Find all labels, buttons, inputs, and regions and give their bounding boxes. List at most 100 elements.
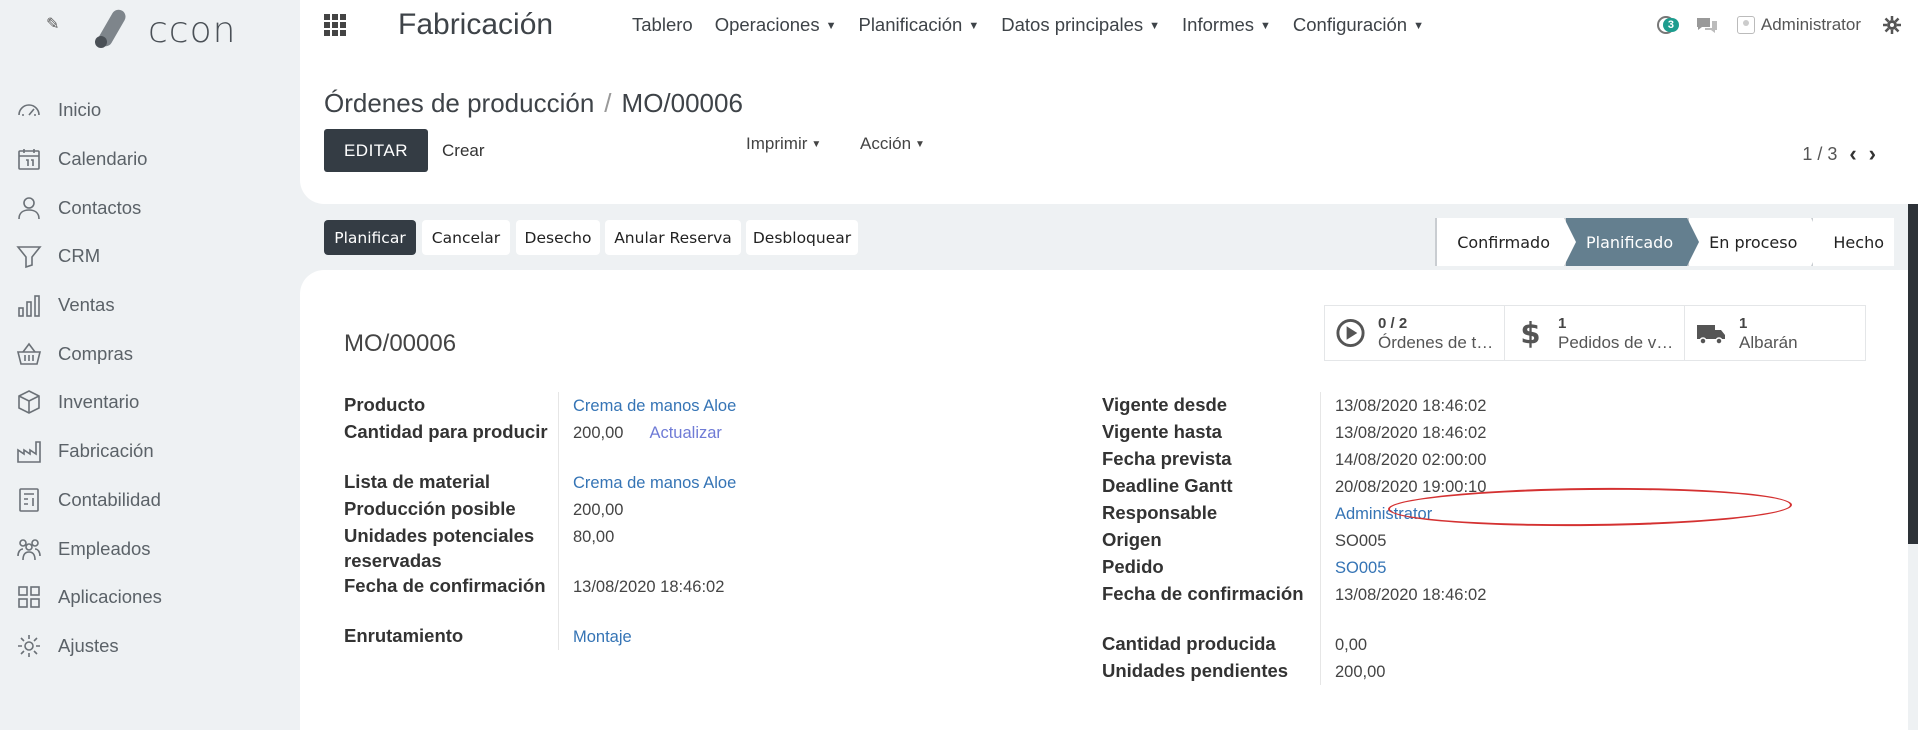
field-pedido: Pedido SO005 bbox=[1102, 554, 1720, 581]
quantity-value: 200,00 bbox=[573, 424, 624, 442]
workorders-smart-button[interactable]: 0 / 2 Órdenes de t… bbox=[1325, 306, 1505, 360]
edit-logo-icon[interactable]: ✎ bbox=[46, 14, 59, 34]
sidebar-nav: Inicio Calendario Contactos CRM Ventas C… bbox=[0, 86, 300, 670]
sidebar-item-fabricacion[interactable]: Fabricación bbox=[0, 427, 300, 476]
logo-text: ccon bbox=[148, 10, 237, 51]
apps-menu-icon[interactable] bbox=[324, 14, 348, 36]
sidebar-item-label: Empleados bbox=[58, 537, 151, 559]
print-dropdown[interactable]: Imprimir ▼ bbox=[746, 134, 821, 154]
action-dropdown[interactable]: Acción ▼ bbox=[860, 134, 925, 154]
menu-datos-principales[interactable]: Datos principales ▼ bbox=[1001, 14, 1160, 36]
menu-operaciones[interactable]: Operaciones ▼ bbox=[715, 14, 837, 36]
sales-smart-button[interactable]: $ 1 Pedidos de v… bbox=[1505, 306, 1685, 360]
menu-label: Informes bbox=[1182, 14, 1255, 35]
sidebar-item-aplicaciones[interactable]: Aplicaciones bbox=[0, 573, 300, 622]
bom-link[interactable]: Crema de manos Aloe bbox=[573, 474, 736, 492]
avatar[interactable] bbox=[1736, 16, 1755, 34]
scrap-button[interactable]: Desecho bbox=[516, 220, 600, 255]
field-label: Fecha de confirmación bbox=[1102, 583, 1304, 604]
smart-label: Órdenes de t… bbox=[1378, 333, 1494, 352]
field-label: Origen bbox=[1102, 529, 1162, 550]
field-value: Crema de manos Aloe bbox=[558, 392, 978, 419]
breadcrumb-parent[interactable]: Órdenes de producción bbox=[324, 88, 594, 118]
unreserve-button[interactable]: Anular Reserva bbox=[605, 220, 741, 255]
update-quantity-link[interactable]: Actualizar bbox=[649, 424, 721, 442]
stage-hecho[interactable]: Hecho bbox=[1811, 218, 1894, 266]
routing-link[interactable]: Montaje bbox=[573, 628, 632, 646]
field-value: Crema de manos Aloe bbox=[558, 469, 978, 496]
sidebar-item-contabilidad[interactable]: Contabilidad bbox=[0, 476, 300, 525]
stage-planificado[interactable]: Planificado bbox=[1564, 218, 1700, 266]
sidebar: ✎ ccon Inicio Calendario Contactos CRM V… bbox=[0, 0, 300, 730]
scrollbar[interactable] bbox=[1908, 204, 1918, 544]
delivery-smart-button[interactable]: 1 Albarán bbox=[1685, 306, 1865, 360]
field-label: Cantidad producida bbox=[1102, 633, 1276, 654]
sidebar-item-contactos[interactable]: Contactos bbox=[0, 183, 300, 232]
field-unidades-reservadas: Unidades potenciales reservadas 80,00 bbox=[344, 523, 978, 573]
settings-icon bbox=[18, 634, 40, 657]
stage-confirmado[interactable]: Confirmado bbox=[1435, 218, 1576, 266]
stage-label: Hecho bbox=[1833, 232, 1884, 252]
field-label: Vigente desde bbox=[1102, 394, 1228, 415]
activity-icon[interactable]: 3 bbox=[1656, 14, 1679, 36]
pager-value[interactable]: 1 / 3 bbox=[1802, 144, 1837, 165]
unlock-button[interactable]: Desbloquear bbox=[746, 220, 858, 255]
create-button[interactable]: Crear bbox=[442, 141, 485, 161]
top-navbar: Fabricación Tablero Operaciones ▼ Planifi… bbox=[300, 0, 1918, 50]
smart-value: 0 / 2 bbox=[1378, 315, 1408, 332]
field-produccion-posible: Producción posible 200,00 bbox=[344, 496, 978, 523]
factory-icon bbox=[17, 441, 41, 463]
plan-button[interactable]: Planificar bbox=[324, 220, 416, 255]
field-fecha-prevista: Fecha prevista 14/08/2020 02:00:00 bbox=[1102, 446, 1720, 473]
menu-label: Planificación bbox=[858, 14, 963, 35]
product-link[interactable]: Crema de manos Aloe bbox=[573, 397, 736, 415]
pager: 1 / 3 ‹ › bbox=[1802, 141, 1876, 167]
menu-tablero[interactable]: Tablero bbox=[632, 14, 693, 36]
filter-icon bbox=[16, 246, 42, 269]
field-value: 13/08/2020 18:46:02 bbox=[558, 573, 978, 623]
field-value: 13/08/2020 18:46:02 bbox=[1320, 419, 1720, 446]
sidebar-item-ajustes[interactable]: Ajustes bbox=[0, 622, 300, 671]
gear-icon[interactable] bbox=[1883, 16, 1901, 34]
field-value: 200,00 bbox=[558, 496, 978, 523]
order-link[interactable]: SO005 bbox=[1335, 559, 1386, 577]
status-bar: Planificar Cancelar Desecho Anular Reser… bbox=[300, 204, 1918, 270]
menu-configuracion[interactable]: Configuración ▼ bbox=[1293, 14, 1424, 36]
chevron-right-icon[interactable]: › bbox=[1869, 141, 1876, 167]
stage-en-proceso[interactable]: En proceso bbox=[1687, 218, 1824, 266]
sidebar-item-ventas[interactable]: Ventas bbox=[0, 281, 300, 330]
field-label: Pedido bbox=[1102, 556, 1164, 577]
print-label: Imprimir bbox=[746, 134, 808, 153]
sidebar-item-inventario[interactable]: Inventario bbox=[0, 378, 300, 427]
sidebar-item-crm[interactable]: CRM bbox=[0, 232, 300, 281]
field-label: Unidades potenciales reservadas bbox=[344, 525, 535, 571]
menu-label: Operaciones bbox=[714, 14, 820, 35]
sidebar-item-compras[interactable]: Compras bbox=[0, 329, 300, 378]
chat-icon[interactable] bbox=[1695, 15, 1719, 35]
sidebar-item-empleados[interactable]: Empleados bbox=[0, 524, 300, 573]
menu-informes[interactable]: Informes ▼ bbox=[1182, 14, 1271, 36]
sidebar-item-label: Aplicaciones bbox=[58, 586, 162, 608]
systray: 3 Administrator bbox=[1656, 10, 1918, 40]
caret-down-icon: ▼ bbox=[1260, 20, 1271, 32]
app-title: Fabricación bbox=[398, 8, 554, 41]
field-label: Deadline Gantt bbox=[1102, 475, 1233, 496]
edit-button[interactable]: EDITAR bbox=[324, 129, 428, 172]
main-menu: Tablero Operaciones ▼ Planificación ▼ Dato… bbox=[632, 14, 1424, 36]
field-cantidad: Cantidad para producir 200,00 Actualizar bbox=[344, 419, 978, 469]
sidebar-item-inicio[interactable]: Inicio bbox=[0, 86, 300, 135]
basket-icon bbox=[16, 342, 42, 365]
field-label: Unidades pendientes bbox=[1102, 660, 1289, 681]
cancel-button[interactable]: Cancelar bbox=[422, 220, 510, 255]
sidebar-item-label: CRM bbox=[58, 245, 101, 267]
chevron-left-icon[interactable]: ‹ bbox=[1849, 141, 1856, 167]
field-label: Lista de material bbox=[344, 471, 491, 492]
smart-buttons: 0 / 2 Órdenes de t… $ 1 Pedidos de v… 1 Alb… bbox=[1324, 305, 1866, 361]
menu-planificacion[interactable]: Planificación ▼ bbox=[858, 14, 979, 36]
chart-icon bbox=[18, 295, 40, 317]
sidebar-item-calendario[interactable]: Calendario bbox=[0, 135, 300, 184]
dashboard-icon bbox=[18, 104, 40, 117]
user-name[interactable]: Administrator bbox=[1761, 15, 1861, 35]
field-label: Producción posible bbox=[344, 498, 516, 519]
smart-label: Pedidos de v… bbox=[1558, 333, 1674, 352]
